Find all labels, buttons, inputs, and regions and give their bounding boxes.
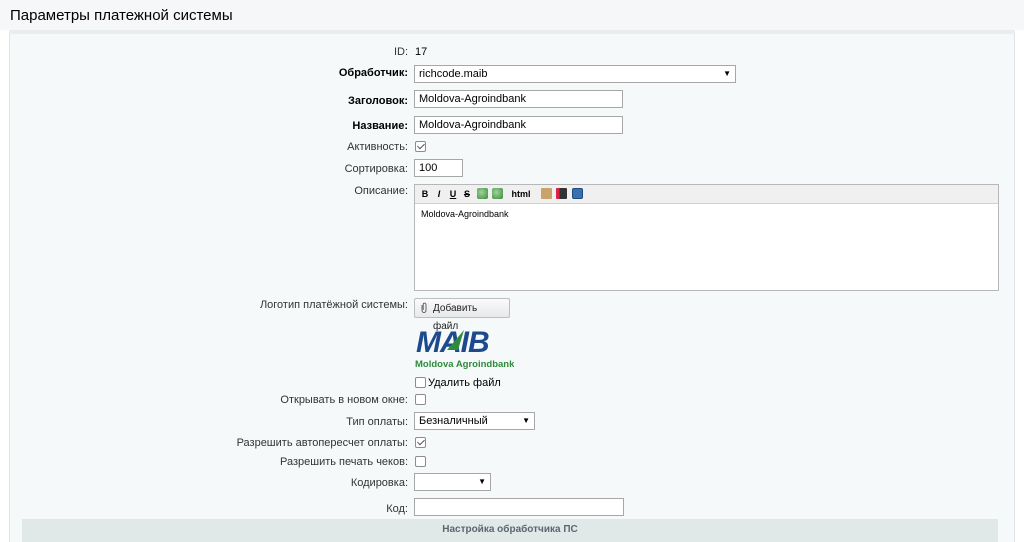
italic-button[interactable]: I [434, 188, 444, 200]
bold-button[interactable]: B [420, 188, 430, 200]
print-checks-checkbox[interactable] [415, 456, 426, 467]
image-icon[interactable] [572, 188, 583, 199]
description-label: Описание: [354, 185, 408, 197]
sort-input[interactable]: 100 [414, 159, 463, 177]
handler-label: Обработчик: [338, 67, 408, 79]
logo-label: Логотип платёжной системы: [259, 299, 408, 311]
delete-file-label[interactable]: Удалить файл [428, 377, 501, 389]
header-input[interactable]: Moldova-Agroindbank [414, 90, 623, 108]
auto-recalc-checkbox[interactable] [415, 437, 426, 448]
html-button[interactable]: html [511, 188, 531, 200]
encoding-label: Кодировка: [350, 477, 408, 489]
name-label: Название: [352, 120, 408, 132]
underline-button[interactable]: U [448, 188, 458, 200]
id-label: ID: [393, 46, 408, 58]
maib-logo: MAIB Moldova Agroindbank [414, 324, 515, 370]
handler-select[interactable]: richcode.maib ▼ [414, 65, 736, 83]
pay-type-value: Безналичный [419, 415, 488, 427]
description-text[interactable]: Moldova-Agroindbank [415, 204, 998, 224]
auto-recalc-label: Разрешить автопересчет оплаты: [236, 437, 408, 449]
paperclip-icon [421, 302, 427, 313]
chevron-down-icon: ▼ [723, 69, 731, 78]
header-label: Заголовок: [348, 95, 408, 107]
panel-top-strip [9, 30, 1015, 34]
strikethrough-button[interactable]: S [462, 188, 472, 200]
description-editor[interactable]: B I U S html Moldova-Agroindbank [414, 184, 999, 291]
sort-label: Сортировка: [344, 163, 408, 175]
handler-select-value: richcode.maib [419, 68, 488, 80]
font-color-icon[interactable] [556, 188, 567, 199]
chevron-down-icon: ▼ [522, 416, 530, 425]
editor-toolbar: B I U S html [415, 185, 998, 204]
code-input[interactable] [414, 498, 624, 516]
logo-brand-text: MAIB [416, 326, 489, 359]
link-icon[interactable] [477, 188, 488, 199]
print-checks-label: Разрешить печать чеков: [280, 456, 408, 468]
new-window-label: Открывать в новом окне: [280, 394, 408, 406]
chevron-down-icon: ▼ [478, 477, 486, 486]
unlink-icon[interactable] [492, 188, 503, 199]
maib-logo-image: MAIB Moldova Agroindbank [415, 326, 515, 370]
name-input[interactable]: Moldova-Agroindbank [414, 116, 623, 134]
paste-icon[interactable] [541, 188, 552, 199]
encoding-select[interactable]: ▼ [414, 473, 491, 491]
code-label: Код: [386, 503, 408, 515]
logo-sub-text: Moldova Agroindbank [415, 359, 514, 370]
pay-type-label: Тип оплаты: [346, 416, 408, 428]
active-checkbox[interactable] [415, 141, 426, 152]
active-label: Активность: [347, 141, 408, 153]
handler-settings-header: Настройка обработчика ПС [22, 519, 998, 542]
page-title: Параметры платежной системы [0, 0, 1024, 30]
pay-type-select[interactable]: Безналичный ▼ [414, 412, 535, 430]
id-value: 17 [415, 46, 428, 58]
add-file-button[interactable]: Добавить файл [414, 298, 510, 332]
new-window-checkbox[interactable] [415, 394, 426, 405]
delete-file-checkbox[interactable] [415, 377, 426, 388]
